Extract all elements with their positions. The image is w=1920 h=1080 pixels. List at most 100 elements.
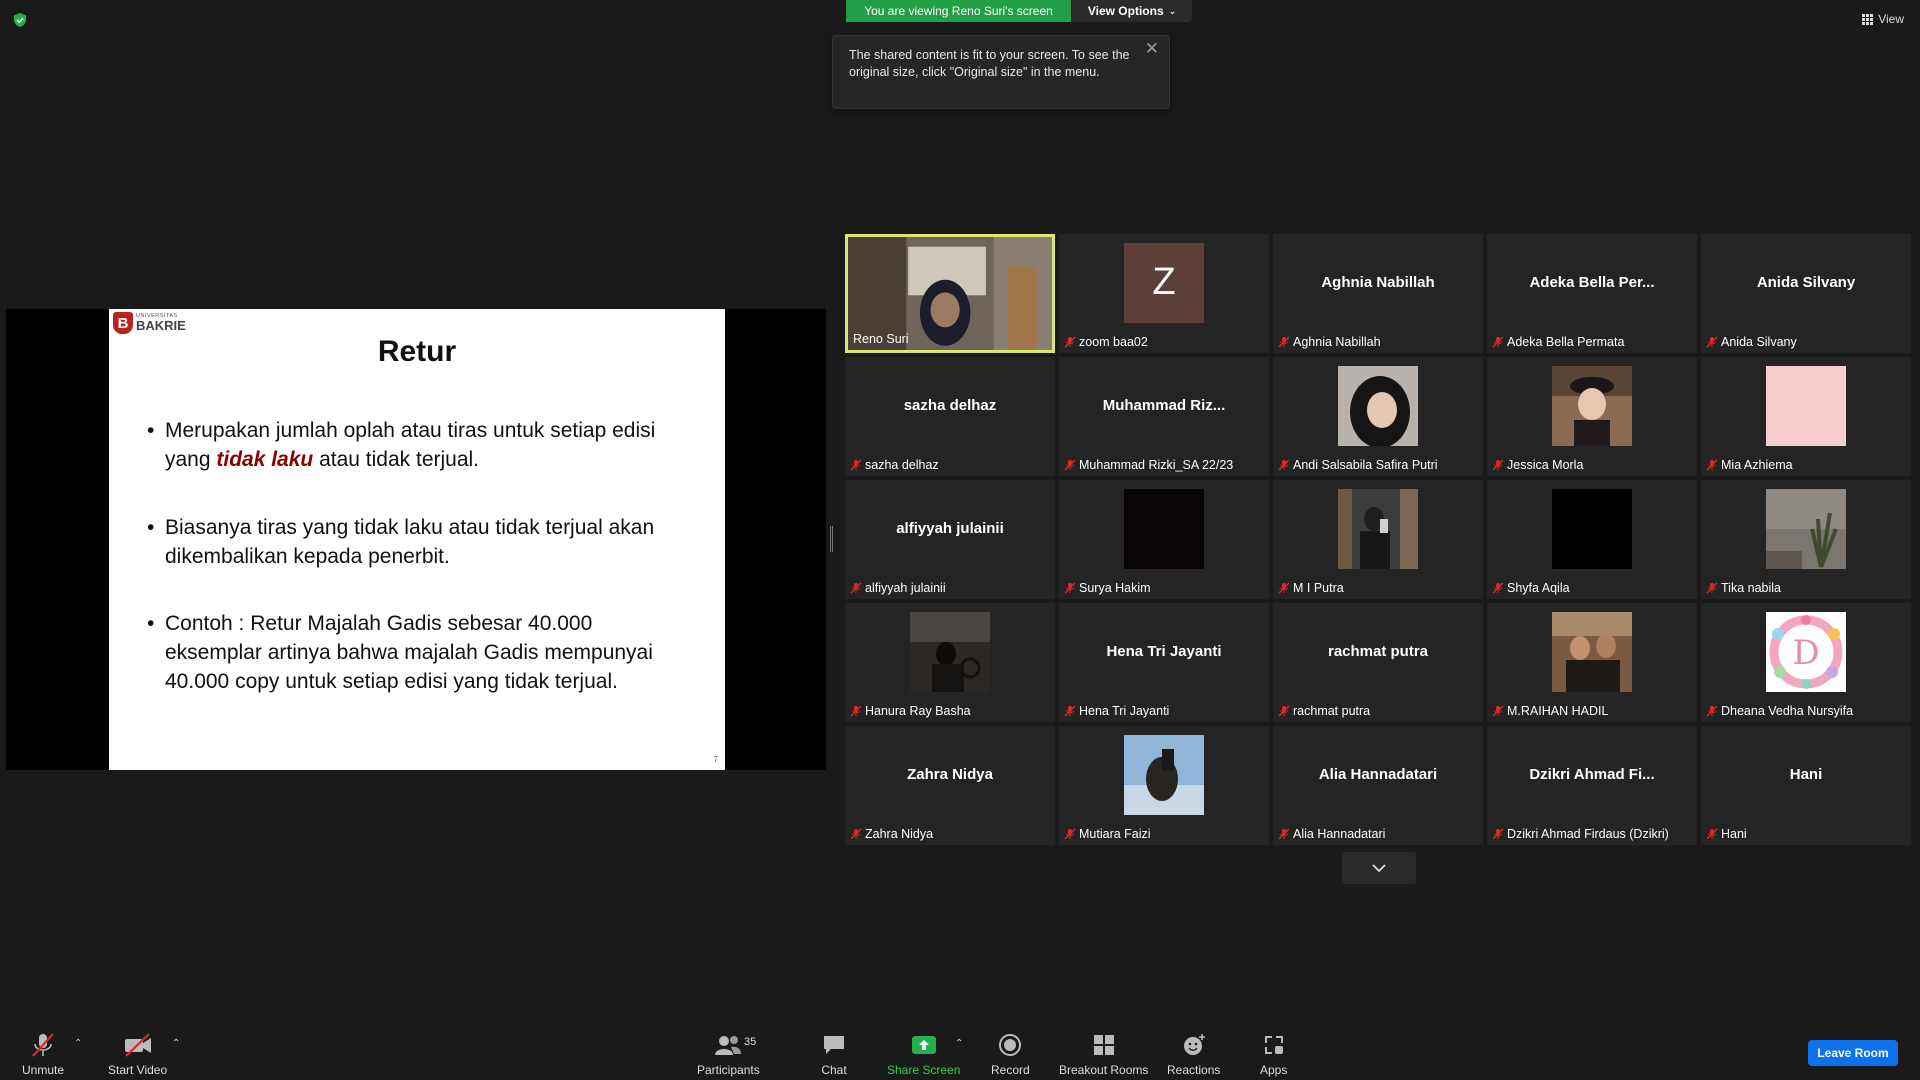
chat-button[interactable]: Chat <box>821 1032 847 1077</box>
mic-muted-icon <box>1278 336 1290 348</box>
participant-grid: Reno Suri Z zoom baa02 Aghnia Nabillah A… <box>845 234 1911 845</box>
participant-tile[interactable]: Tika nabila <box>1701 480 1911 599</box>
shared-screen[interactable]: B UNIVERSITAS BAKRIE Retur Merupakan jum… <box>6 309 826 770</box>
mic-muted-icon <box>850 828 862 840</box>
participant-display-name: Muhammad Riz... <box>1102 397 1226 414</box>
unmute-label: Unmute <box>22 1063 65 1077</box>
participant-tile[interactable]: Hanura Ray Basha <box>845 603 1055 722</box>
audio-options-caret[interactable]: ⌃ <box>74 1038 82 1049</box>
bullet1-emphasis: tidak laku <box>216 448 314 471</box>
presentation-slide: B UNIVERSITAS BAKRIE Retur Merupakan jum… <box>109 309 725 770</box>
apps-button[interactable]: Apps <box>1260 1032 1287 1077</box>
participant-tile[interactable]: Anida Silvany Anida Silvany <box>1701 234 1911 353</box>
participant-tile[interactable]: M I Putra <box>1273 480 1483 599</box>
participant-tile[interactable]: Zahra Nidya Zahra Nidya <box>845 726 1055 845</box>
avatar: D <box>1766 611 1846 692</box>
participant-name: Andi Salsabila Safira Putri <box>1293 458 1438 472</box>
chevron-down-icon <box>1372 864 1386 873</box>
participant-display-name: Zahra Nidya <box>907 766 993 783</box>
mic-muted-icon <box>1064 459 1076 471</box>
participant-tile[interactable]: Shyfa Aqila <box>1487 480 1697 599</box>
avatar <box>1552 611 1632 692</box>
participant-tile[interactable]: alfiyyah julainii alfiyyah julainii <box>845 480 1055 599</box>
participant-display-name: Adeka Bella Per... <box>1529 274 1655 291</box>
leave-room-button[interactable]: Leave Room <box>1808 1040 1898 1066</box>
participant-tile[interactable]: D Dheana Vedha Nursyifa <box>1701 603 1911 722</box>
participant-tile[interactable]: Dzikri Ahmad Fi... Dzikri Ahmad Firdaus … <box>1487 726 1697 845</box>
participant-tile[interactable]: Hena Tri Jayanti Hena Tri Jayanti <box>1059 603 1269 722</box>
next-page-button[interactable] <box>1342 852 1416 884</box>
participants-label: Participants <box>697 1063 760 1077</box>
participant-tile[interactable]: Jessica Morla <box>1487 357 1697 476</box>
mic-muted-icon <box>1278 459 1290 471</box>
mic-muted-icon <box>1492 582 1504 594</box>
start-video-button[interactable]: Start Video <box>108 1032 167 1077</box>
video-off-icon <box>124 1033 151 1057</box>
share-screen-label: Share Screen <box>887 1063 961 1077</box>
mic-muted-icon <box>1492 336 1504 348</box>
logo-big-text: BAKRIE <box>136 318 186 334</box>
participant-tile[interactable]: rachmat putra rachmat putra <box>1273 603 1483 722</box>
security-shield-icon[interactable] <box>12 12 28 28</box>
unmute-button[interactable]: Unmute <box>22 1032 64 1077</box>
mic-muted-icon <box>32 1033 54 1057</box>
mic-muted-icon <box>1706 582 1718 594</box>
video-options-caret[interactable]: ⌃ <box>172 1038 180 1049</box>
apps-label: Apps <box>1260 1063 1288 1077</box>
participant-name: Jessica Morla <box>1507 458 1584 472</box>
record-button[interactable]: Record <box>991 1032 1030 1077</box>
close-icon[interactable]: ✕ <box>1145 40 1159 57</box>
participant-name: Mutiara Faizi <box>1079 827 1151 841</box>
apps-icon <box>1264 1036 1283 1054</box>
participant-tile[interactable]: Alia Hannadatari Alia Hannadatari <box>1273 726 1483 845</box>
avatar <box>1124 488 1204 569</box>
svg-text:D: D <box>1792 633 1819 673</box>
participant-tile[interactable]: Mutiara Faizi <box>1059 726 1269 845</box>
breakout-rooms-button[interactable]: Breakout Rooms <box>1059 1032 1148 1077</box>
bullet1-text-end: atau tidak terjual. <box>313 448 480 471</box>
slide-bullet-2: Biasanya tiras yang tidak laku atau tida… <box>147 513 687 571</box>
participant-tile[interactable]: Muhammad Riz... Muhammad Rizki_SA 22/23 <box>1059 357 1269 476</box>
participant-tile[interactable]: Andi Salsabila Safira Putri <box>1273 357 1483 476</box>
participant-display-name: Dzikri Ahmad Fi... <box>1529 766 1655 783</box>
participant-display-name: Alia Hannadatari <box>1318 766 1438 783</box>
reactions-button[interactable]: Reactions <box>1167 1032 1220 1077</box>
start-video-label: Start Video <box>108 1063 168 1077</box>
view-options-button[interactable]: View Options ⌄ <box>1072 0 1192 22</box>
mic-muted-icon <box>1706 705 1718 717</box>
participant-tile[interactable]: Hani Hani <box>1701 726 1911 845</box>
participant-name: Hena Tri Jayanti <box>1079 704 1170 718</box>
participant-tile[interactable]: Adeka Bella Per... Adeka Bella Permata <box>1487 234 1697 353</box>
slide-page-number: 7 <box>713 755 718 764</box>
participant-display-name: Hena Tri Jayanti <box>1106 643 1222 660</box>
participant-display-name: alfiyyah julainii <box>896 520 1004 537</box>
participant-tile[interactable]: sazha delhaz sazha delhaz <box>845 357 1055 476</box>
participant-tile[interactable]: Z zoom baa02 <box>1059 234 1269 353</box>
participant-tile[interactable]: Mia Azhiema <box>1701 357 1911 476</box>
avatar: Z <box>1124 242 1204 323</box>
participant-name: Alia Hannadatari <box>1293 827 1386 841</box>
participant-tile[interactable]: Aghnia Nabillah Aghnia Nabillah <box>1273 234 1483 353</box>
participant-tile[interactable]: Reno Suri <box>845 234 1055 353</box>
view-menu-button[interactable]: View <box>1862 12 1904 26</box>
split-resize-handle[interactable] <box>830 526 833 552</box>
breakout-rooms-label: Breakout Rooms <box>1059 1063 1149 1077</box>
participant-tile[interactable]: M.RAIHAN HADIL <box>1487 603 1697 722</box>
participant-name: M.RAIHAN HADIL <box>1507 704 1609 718</box>
participant-name: sazha delhaz <box>865 458 939 472</box>
slide-title: Retur <box>377 335 457 368</box>
avatar <box>1552 488 1632 569</box>
participant-name: Zahra Nidya <box>865 827 934 841</box>
tooltip-text: The shared content is fit to your screen… <box>849 48 1130 79</box>
chat-icon <box>824 1036 844 1054</box>
mic-muted-icon <box>1278 828 1290 840</box>
participant-name: zoom baa02 <box>1079 335 1148 349</box>
participant-tile[interactable]: Surya Hakim <box>1059 480 1269 599</box>
fit-to-screen-tooltip: The shared content is fit to your screen… <box>832 35 1170 109</box>
logo-badge: B <box>113 312 133 334</box>
avatar <box>1338 488 1418 569</box>
participant-name: rachmat putra <box>1293 704 1371 718</box>
avatar <box>1552 365 1632 446</box>
share-screen-button[interactable]: Share Screen <box>887 1032 960 1077</box>
share-options-caret[interactable]: ⌃ <box>955 1038 963 1049</box>
